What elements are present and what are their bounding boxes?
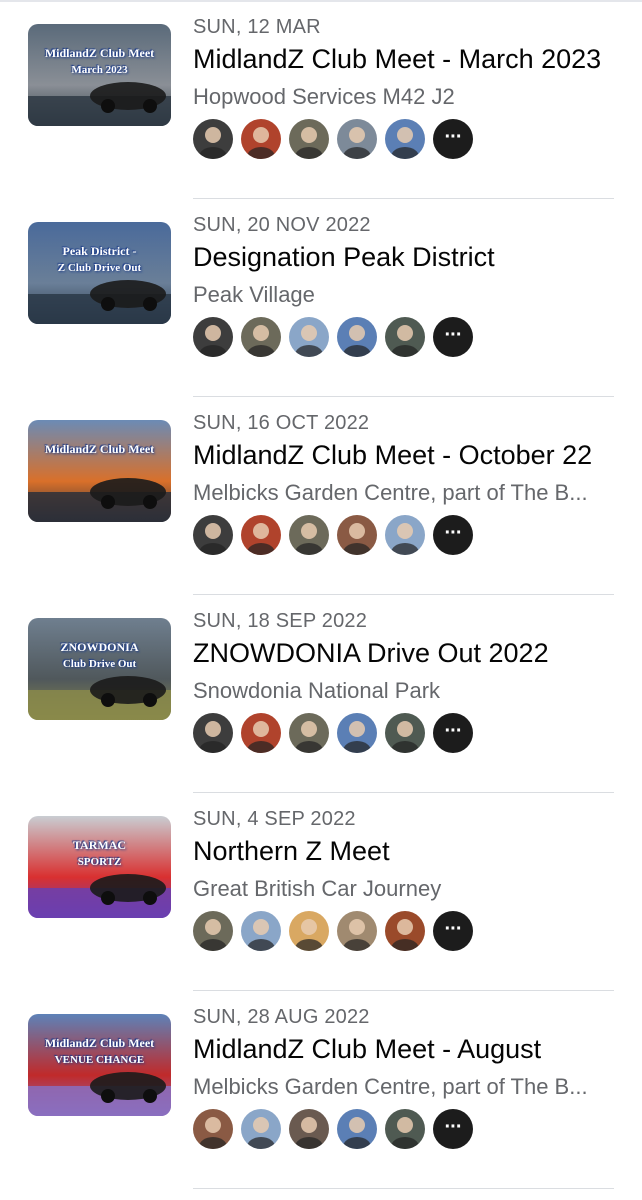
event-location: Peak Village: [193, 282, 315, 307]
avatar-person-5[interactable]: [337, 1109, 377, 1149]
avatar-person-10[interactable]: [337, 911, 377, 951]
more-attendees-button[interactable]: ···: [433, 713, 473, 753]
row-divider: [193, 396, 614, 397]
cover-caption: ZNOWDONIA: [60, 640, 139, 654]
event-location: Melbicks Garden Centre, part of The B...: [193, 480, 588, 505]
event-cover-image[interactable]: TARMAC SPORTZ: [28, 816, 171, 918]
avatar-person-3[interactable]: [193, 911, 233, 951]
more-attendees-button[interactable]: ···: [433, 317, 473, 357]
avatar-person-2[interactable]: [241, 713, 281, 753]
avatar-person-4[interactable]: [337, 119, 377, 159]
avatar-person-1[interactable]: [193, 317, 233, 357]
avatar-person-6[interactable]: [385, 515, 425, 555]
events-list: MidlandZ Club Meet March 2023 SUN, 12 MAR M…: [0, 0, 642, 1200]
event-cover-image[interactable]: MidlandZ Club Meet VENUE CHANGE: [28, 1014, 171, 1116]
avatar-person-3[interactable]: [289, 515, 329, 555]
event-date: SUN, 12 MAR: [193, 16, 321, 38]
avatar-person-3[interactable]: [289, 713, 329, 753]
avatar-person-5[interactable]: [337, 713, 377, 753]
avatar-person-12[interactable]: [289, 1109, 329, 1149]
event-cover-image[interactable]: ZNOWDONIA Club Drive Out: [28, 618, 171, 720]
avatar-person-5[interactable]: [385, 119, 425, 159]
event-row[interactable]: MidlandZ Club Meet March 2023 SUN, 12 MAR M…: [0, 2, 642, 200]
avatar-person-11[interactable]: [385, 911, 425, 951]
avatar-person-6[interactable]: [241, 911, 281, 951]
event-location: Great British Car Journey: [193, 876, 442, 901]
more-attendees-button[interactable]: ···: [433, 911, 473, 951]
event-date: SUN, 16 OCT 2022: [193, 412, 370, 434]
avatar-person-6[interactable]: [241, 1109, 281, 1149]
row-divider: [193, 792, 614, 793]
event-location: Hopwood Services M42 J2: [193, 84, 455, 109]
row-divider: [193, 198, 614, 199]
event-title[interactable]: MidlandZ Club Meet - August: [193, 1034, 642, 1065]
event-title[interactable]: Northern Z Meet: [193, 836, 642, 867]
avatar-person-1[interactable]: [193, 713, 233, 753]
event-row[interactable]: TARMAC SPORTZ SUN, 4 SEP 2022 Northern Z Me…: [0, 794, 642, 992]
event-location: Melbicks Garden Centre, part of The B...: [193, 1074, 588, 1099]
avatar-person-1[interactable]: [193, 515, 233, 555]
more-attendees-button[interactable]: ···: [433, 515, 473, 555]
avatar-person-8[interactable]: [337, 515, 377, 555]
event-cover-image[interactable]: Peak District - Z Club Drive Out: [28, 222, 171, 324]
cover-caption: Peak District -: [62, 244, 137, 258]
avatar-person-6[interactable]: [289, 317, 329, 357]
avatar-person-5[interactable]: [337, 317, 377, 357]
cover-subcaption: Z Club Drive Out: [57, 262, 142, 274]
avatar-person-7[interactable]: [385, 1109, 425, 1149]
event-title[interactable]: ZNOWDONIA Drive Out 2022: [193, 638, 642, 669]
row-divider: [193, 990, 614, 991]
avatar-person-3[interactable]: [289, 119, 329, 159]
avatar-person-2[interactable]: [241, 119, 281, 159]
avatar-person-8[interactable]: [193, 1109, 233, 1149]
avatar-person-1[interactable]: [193, 119, 233, 159]
event-row[interactable]: MidlandZ Club Meet SUN, 16 OCT 2022 Midlan…: [0, 398, 642, 596]
more-attendees-button[interactable]: ···: [433, 119, 473, 159]
event-cover-image[interactable]: MidlandZ Club Meet: [28, 420, 171, 522]
more-attendees-button[interactable]: ···: [433, 1109, 473, 1149]
event-row[interactable]: ZNOWDONIA Club Drive Out SUN, 18 SEP 2022 Z…: [0, 596, 642, 794]
row-divider: [193, 594, 614, 595]
cover-caption: TARMAC: [72, 838, 127, 852]
event-cover-image[interactable]: MidlandZ Club Meet March 2023: [28, 24, 171, 126]
event-date: SUN, 20 NOV 2022: [193, 214, 371, 236]
cover-subcaption: March 2023: [71, 64, 128, 76]
avatar-person-9[interactable]: [289, 911, 329, 951]
cover-caption: MidlandZ Club Meet: [44, 1036, 155, 1050]
event-date: SUN, 4 SEP 2022: [193, 808, 356, 830]
event-date: SUN, 18 SEP 2022: [193, 610, 368, 632]
event-row[interactable]: MidlandZ Club Meet VENUE CHANGE SUN, 28 AU…: [0, 992, 642, 1190]
row-divider: [193, 1188, 614, 1189]
cover-subcaption: Club Drive Out: [62, 658, 137, 670]
event-title[interactable]: MidlandZ Club Meet - March 2023: [193, 44, 642, 75]
event-date: SUN, 28 AUG 2022: [193, 1006, 370, 1028]
event-title[interactable]: Designation Peak District: [193, 242, 642, 273]
avatar-person-2[interactable]: [241, 515, 281, 555]
avatar-person-3[interactable]: [241, 317, 281, 357]
event-row[interactable]: Peak District - Z Club Drive Out SUN, 20 N…: [0, 200, 642, 398]
avatar-person-7[interactable]: [385, 713, 425, 753]
event-title[interactable]: MidlandZ Club Meet - October 22: [193, 440, 642, 471]
cover-subcaption: VENUE CHANGE: [54, 1054, 145, 1066]
cover-caption: MidlandZ Club Meet: [44, 46, 155, 60]
event-location: Snowdonia National Park: [193, 678, 441, 703]
avatar-person-7[interactable]: [385, 317, 425, 357]
cover-subcaption: SPORTZ: [77, 856, 122, 868]
cover-caption: MidlandZ Club Meet: [44, 442, 155, 456]
